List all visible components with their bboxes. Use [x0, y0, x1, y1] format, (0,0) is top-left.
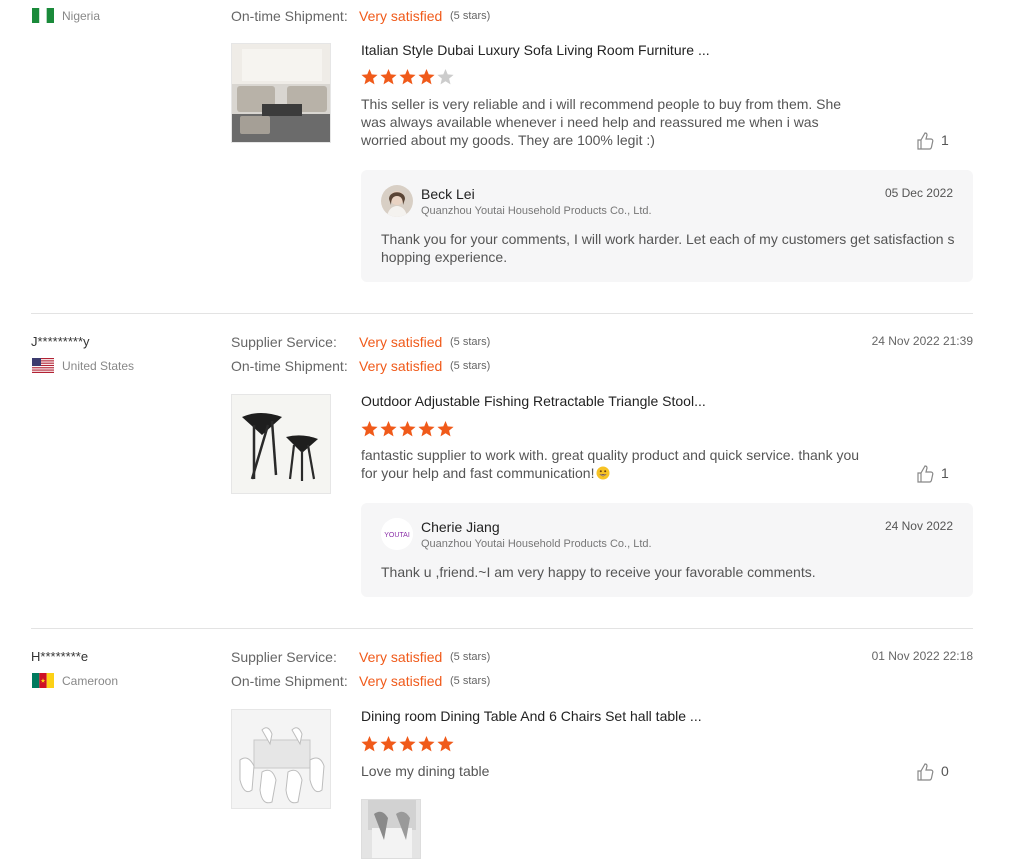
- country-name: United States: [62, 359, 135, 373]
- thumbs-up-icon: [917, 132, 934, 150]
- metric-label: On-time Shipment:: [231, 8, 348, 24]
- supplier-company: Quanzhou Youtai Household Products Co., …: [421, 205, 652, 217]
- country-name: Cameroon: [62, 674, 119, 688]
- metric-label: On-time Shipment:: [231, 673, 348, 689]
- cameroon-flag-icon: [32, 673, 54, 688]
- supplier-avatar: [381, 185, 413, 217]
- review-divider: [31, 313, 973, 314]
- supplier-name: Cherie Jiang: [421, 519, 500, 535]
- supplier-avatar: YOUTAI: [381, 518, 413, 550]
- metric-stars: (5 stars): [450, 360, 491, 372]
- metric-value: Very satisfied: [359, 649, 443, 665]
- reviewer-name: H********e: [31, 649, 89, 664]
- sofa-set-photo: [232, 44, 330, 142]
- product-thumbnail[interactable]: [231, 709, 331, 809]
- star-filled-icon: [380, 421, 397, 437]
- tripod-stool-photo: [232, 395, 330, 493]
- star-filled-icon: [361, 69, 378, 85]
- metric-label: Supplier Service:: [231, 334, 337, 350]
- review-divider: [31, 628, 973, 629]
- product-title[interactable]: Italian Style Dubai Luxury Sofa Living R…: [361, 42, 710, 58]
- review-date: 24 Nov 2022 21:39: [871, 334, 973, 348]
- metric-value: Very satisfied: [359, 358, 443, 374]
- product-title[interactable]: Dining room Dining Table And 6 Chairs Se…: [361, 708, 702, 724]
- metric-value: Very satisfied: [359, 8, 443, 24]
- star-filled-icon: [399, 736, 416, 752]
- reply-text: Thank you for your comments, I will work…: [381, 231, 955, 265]
- supplier-company: Quanzhou Youtai Household Products Co., …: [421, 538, 652, 550]
- star-filled-icon: [399, 421, 416, 437]
- review-comment: This seller is very reliable and i will …: [361, 96, 842, 148]
- thumbs-up-icon: [917, 465, 934, 483]
- product-thumbnail[interactable]: [231, 394, 331, 494]
- metric-stars: (5 stars): [450, 336, 491, 348]
- star-empty-icon: [437, 69, 454, 85]
- like-count: 1: [941, 132, 949, 148]
- review-date: 01 Nov 2022 22:18: [871, 649, 973, 663]
- star-rating: [361, 68, 461, 86]
- metric-value: Very satisfied: [359, 673, 443, 689]
- review-comment: Love my dining table: [361, 763, 490, 779]
- star-filled-icon: [380, 69, 397, 85]
- metric-stars: (5 stars): [450, 10, 491, 22]
- star-filled-icon: [437, 421, 454, 437]
- country-name: Nigeria: [62, 9, 101, 23]
- star-filled-icon: [380, 736, 397, 752]
- metric-label: On-time Shipment:: [231, 358, 348, 374]
- metric-stars: (5 stars): [450, 651, 491, 663]
- star-rating: [361, 420, 461, 438]
- metric-value: Very satisfied: [359, 334, 443, 350]
- star-filled-icon: [361, 736, 378, 752]
- supplier-reply: YOUTAI Cherie Jiang Quanzhou Youtai Hous…: [361, 503, 973, 597]
- dining-set-photo: [232, 710, 330, 808]
- grinning-emoji-icon: [596, 466, 610, 480]
- review-comment: fantastic supplier to work with. great q…: [361, 446, 861, 482]
- reply-text: Thank u ,friend.~I am very happy to rece…: [381, 564, 816, 580]
- reply-date: 05 Dec 2022: [884, 186, 953, 200]
- review-photo[interactable]: [361, 799, 421, 859]
- metric-stars: (5 stars): [450, 675, 491, 687]
- star-filled-icon: [399, 69, 416, 85]
- like-count: 1: [941, 465, 949, 481]
- usa-flag-icon: [32, 358, 54, 373]
- like-count: 0: [941, 763, 949, 779]
- svg-text:YOUTAI: YOUTAI: [384, 532, 410, 539]
- thumbs-up-icon: [917, 763, 934, 781]
- review-photo-image: [362, 800, 420, 858]
- star-rating: [361, 735, 461, 753]
- product-thumbnail[interactable]: [231, 43, 331, 143]
- star-filled-icon: [418, 421, 435, 437]
- reply-date: 24 Nov 2022: [884, 519, 953, 533]
- star-filled-icon: [418, 69, 435, 85]
- supplier-name: Beck Lei: [421, 186, 475, 202]
- star-filled-icon: [361, 421, 378, 437]
- reviewer-name: J*********y: [31, 334, 90, 349]
- product-title[interactable]: Outdoor Adjustable Fishing Retractable T…: [361, 393, 706, 409]
- supplier-reply: Beck Lei Quanzhou Youtai Household Produ…: [361, 170, 973, 282]
- star-filled-icon: [437, 736, 454, 752]
- metric-label: Supplier Service:: [231, 649, 337, 665]
- star-filled-icon: [418, 736, 435, 752]
- nigeria-flag-icon: [32, 8, 54, 23]
